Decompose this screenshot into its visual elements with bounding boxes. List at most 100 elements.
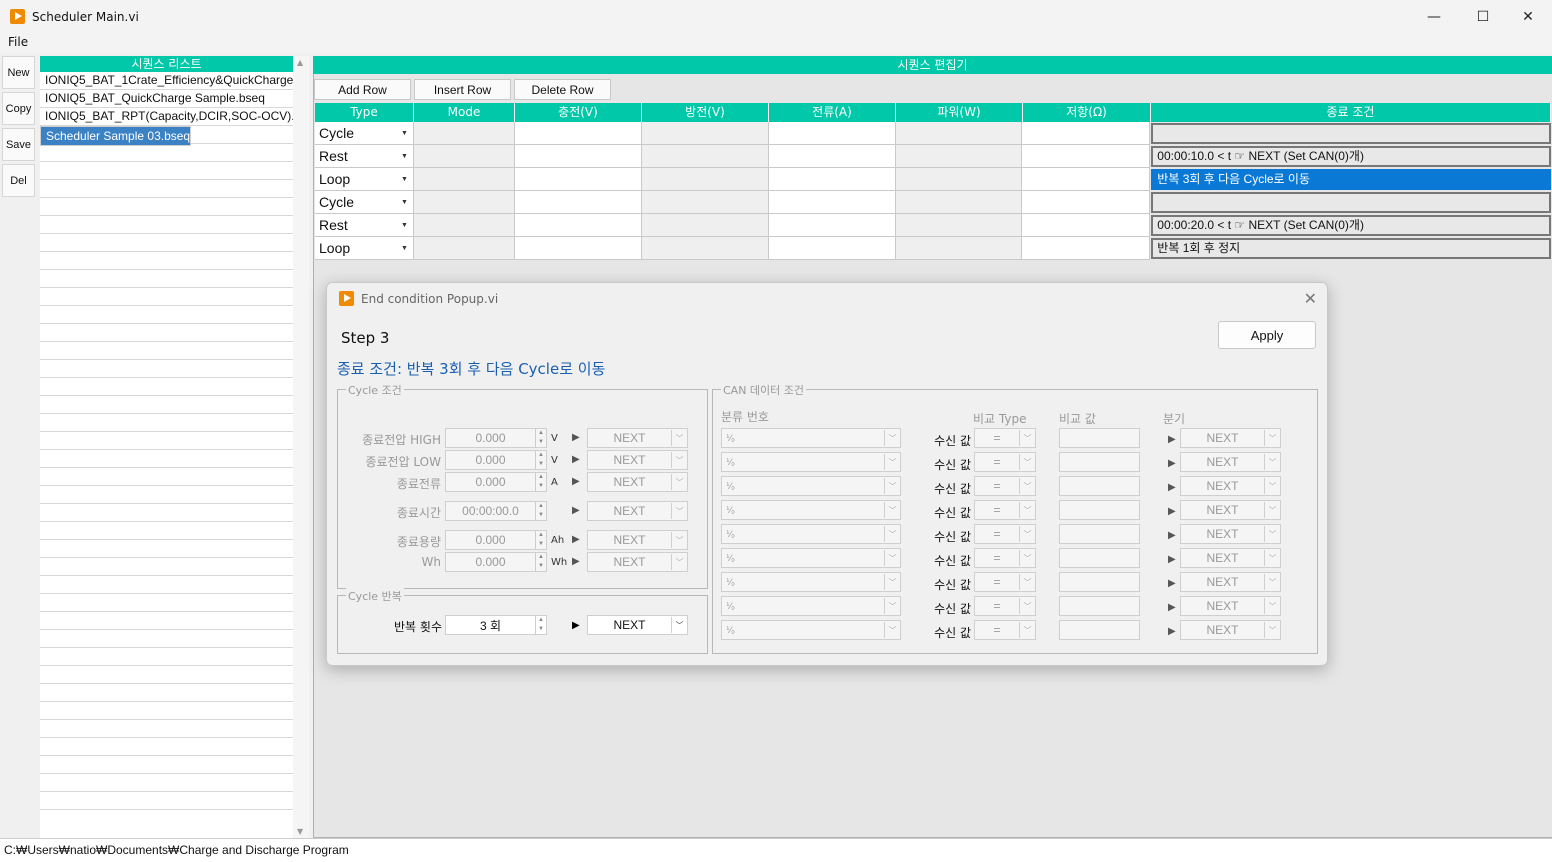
sequence-list-empty-row[interactable] — [40, 576, 293, 594]
chevron-down-icon[interactable]: ﹀ — [884, 526, 900, 542]
can-compare-value-input[interactable] — [1059, 476, 1140, 496]
can-operator-select[interactable]: = ﹀ — [974, 500, 1036, 520]
chevron-down-icon[interactable]: ﹀ — [671, 430, 687, 446]
delete-button[interactable]: Del — [2, 164, 35, 197]
cell-discharge-voltage[interactable] — [641, 122, 769, 145]
end-condition-cell[interactable] — [1151, 123, 1551, 144]
cell-discharge-voltage[interactable] — [641, 145, 769, 168]
cell-resistance[interactable] — [1022, 168, 1151, 191]
cell-discharge-voltage[interactable] — [641, 168, 769, 191]
can-class-select[interactable]: ⅟₀ ﹀ — [721, 452, 901, 472]
sequence-list-empty-row[interactable] — [40, 504, 293, 522]
chevron-down-icon[interactable]: ﹀ — [884, 478, 900, 494]
chevron-down-icon[interactable]: ﹀ — [884, 550, 900, 566]
can-class-select[interactable]: ⅟₀ ﹀ — [721, 476, 901, 496]
spinner-icon[interactable]: ▲ ▼ — [535, 553, 546, 571]
cell-charge-voltage[interactable] — [514, 168, 642, 191]
cycle-field-input[interactable]: 0.000 ▲ ▼ — [445, 530, 547, 550]
chevron-down-icon[interactable]: ﹀ — [1019, 454, 1035, 470]
chevron-down-icon[interactable]: ﹀ — [1264, 622, 1280, 638]
cell-resistance[interactable] — [1022, 145, 1151, 168]
sequence-list-empty-row[interactable] — [40, 648, 293, 666]
copy-button[interactable]: Copy — [2, 92, 35, 125]
can-compare-value-input[interactable] — [1059, 500, 1140, 520]
end-condition-cell[interactable]: 반복 3회 후 다음 Cycle로 이동 — [1151, 169, 1551, 190]
cell-current[interactable] — [768, 191, 896, 214]
chevron-down-icon[interactable]: ﹀ — [1019, 622, 1035, 638]
cell-current[interactable] — [768, 168, 896, 191]
cell-discharge-voltage[interactable] — [641, 237, 769, 260]
can-class-select[interactable]: ⅟₀ ﹀ — [721, 572, 901, 592]
chevron-down-icon[interactable]: ﹀ — [671, 532, 687, 548]
sequence-list-item[interactable]: IONIQ5_BAT_RPT(Capacity,DCIR,SOC-OCV).bs… — [40, 108, 293, 126]
cell-current[interactable] — [768, 122, 896, 145]
cell-current[interactable] — [768, 145, 896, 168]
end-condition-cell[interactable] — [1151, 192, 1551, 213]
can-compare-value-input[interactable] — [1059, 572, 1140, 592]
can-compare-value-input[interactable] — [1059, 524, 1140, 544]
cell-charge-voltage[interactable] — [514, 145, 642, 168]
can-class-select[interactable]: ⅟₀ ﹀ — [721, 596, 901, 616]
chevron-down-icon[interactable]: ﹀ — [671, 617, 687, 633]
sequence-list-empty-row[interactable] — [40, 360, 293, 378]
cycle-field-input[interactable]: 0.000 ▲ ▼ — [445, 552, 547, 572]
cycle-field-action-select[interactable]: NEXT ﹀ — [587, 552, 688, 572]
cell-power[interactable] — [895, 122, 1023, 145]
chevron-down-icon[interactable]: ﹀ — [884, 574, 900, 590]
cell-resistance[interactable] — [1022, 237, 1151, 260]
cycle-field-input[interactable]: 00:00:00.0 ▲ ▼ — [445, 501, 547, 521]
sequence-list-empty-row[interactable] — [40, 306, 293, 324]
spinner-icon[interactable]: ▲ ▼ — [535, 531, 546, 549]
menu-file[interactable]: File — [8, 35, 28, 49]
can-compare-value-input[interactable] — [1059, 428, 1140, 448]
sequence-list-empty-row[interactable] — [40, 540, 293, 558]
cell-mode[interactable] — [413, 237, 515, 260]
chevron-down-icon[interactable]: ﹀ — [884, 598, 900, 614]
chevron-down-icon[interactable]: ﹀ — [1019, 502, 1035, 518]
insert-row-button[interactable]: Insert Row — [414, 79, 511, 100]
cycle-field-input[interactable]: 0.000 ▲ ▼ — [445, 472, 547, 492]
popup-close-icon[interactable]: ✕ — [1304, 289, 1317, 308]
type-select[interactable]: Loop ▼ — [315, 237, 414, 260]
sequence-list-empty-row[interactable] — [40, 324, 293, 342]
cell-power[interactable] — [895, 237, 1023, 260]
sequence-list-empty-row[interactable] — [40, 270, 293, 288]
dropdown-arrow-icon[interactable]: ▼ — [401, 245, 408, 252]
cell-power[interactable] — [895, 214, 1023, 237]
can-branch-select[interactable]: NEXT ﹀ — [1180, 596, 1281, 616]
sequence-list-empty-row[interactable] — [40, 720, 293, 738]
maximize-button[interactable]: ☐ — [1460, 0, 1506, 33]
sequence-list-empty-row[interactable] — [40, 774, 293, 792]
chevron-down-icon[interactable]: ﹀ — [1264, 598, 1280, 614]
sequence-list-empty-row[interactable] — [40, 162, 293, 180]
chevron-down-icon[interactable]: ﹀ — [671, 452, 687, 468]
cell-resistance[interactable] — [1022, 122, 1151, 145]
spinner-icon[interactable]: ▲ ▼ — [535, 473, 546, 491]
sequence-list-empty-row[interactable] — [40, 288, 293, 306]
chevron-down-icon[interactable]: ﹀ — [884, 454, 900, 470]
sequence-list-empty-row[interactable] — [40, 252, 293, 270]
cell-mode[interactable] — [413, 191, 515, 214]
sequence-list-empty-row[interactable] — [40, 432, 293, 450]
new-button[interactable]: New — [2, 56, 35, 89]
chevron-down-icon[interactable]: ﹀ — [1264, 454, 1280, 470]
can-branch-select[interactable]: NEXT ﹀ — [1180, 500, 1281, 520]
end-condition-cell[interactable]: 00:00:20.0 < t ☞ NEXT (Set CAN(0)개) — [1151, 215, 1551, 236]
cell-power[interactable] — [895, 145, 1023, 168]
cycle-field-action-select[interactable]: NEXT ﹀ — [587, 472, 688, 492]
cycle-field-action-select[interactable]: NEXT ﹀ — [587, 501, 688, 521]
chevron-down-icon[interactable]: ﹀ — [1019, 526, 1035, 542]
can-operator-select[interactable]: = ﹀ — [974, 476, 1036, 496]
sequence-list-empty-row[interactable] — [40, 342, 293, 360]
end-condition-cell[interactable]: 반복 1회 후 정지 — [1151, 238, 1551, 259]
dropdown-arrow-icon[interactable]: ▼ — [401, 153, 408, 160]
can-branch-select[interactable]: NEXT ﹀ — [1180, 476, 1281, 496]
cell-mode[interactable] — [413, 145, 515, 168]
chevron-down-icon[interactable]: ﹀ — [671, 474, 687, 490]
sequence-list-empty-row[interactable] — [40, 756, 293, 774]
chevron-down-icon[interactable]: ﹀ — [1019, 430, 1035, 446]
sequence-list-item-selected[interactable]: Scheduler Sample 03.bseq — [40, 126, 192, 146]
type-select[interactable]: Rest ▼ — [315, 145, 414, 168]
can-branch-select[interactable]: NEXT ﹀ — [1180, 524, 1281, 544]
can-operator-select[interactable]: = ﹀ — [974, 572, 1036, 592]
